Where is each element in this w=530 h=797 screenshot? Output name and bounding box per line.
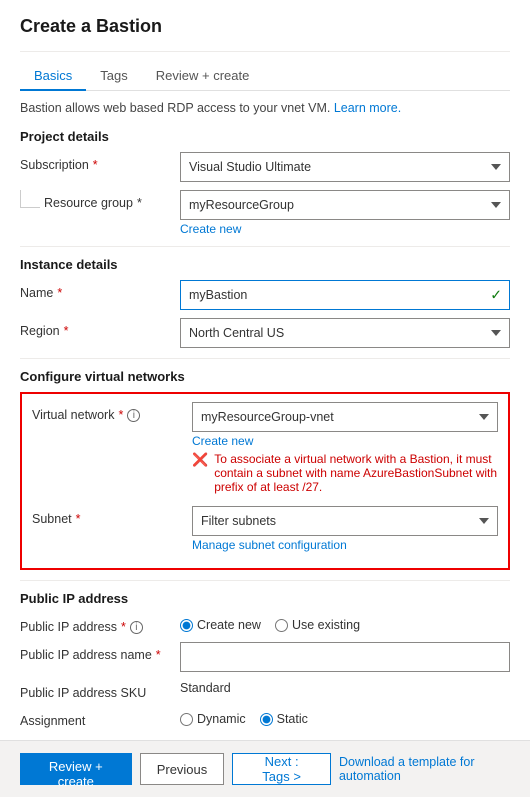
automation-link[interactable]: Download a template for automation <box>339 755 510 783</box>
subnet-control: Filter subnets Manage subnet configurati… <box>192 506 498 552</box>
ip-radio-group: Create new Use existing <box>180 614 510 632</box>
vnet-row: Virtual network * i myResourceGroup-vnet… <box>32 402 498 498</box>
assignment-dynamic-radio[interactable]: Dynamic <box>180 712 246 726</box>
name-control: ✓ <box>180 280 510 310</box>
ip-name-label: Public IP address name * <box>20 642 180 662</box>
vnet-select[interactable]: myResourceGroup-vnet <box>192 402 498 432</box>
vnet-section-title: Configure virtual networks <box>20 369 510 384</box>
manage-subnet-link[interactable]: Manage subnet configuration <box>192 538 347 552</box>
tab-review-create[interactable]: Review + create <box>142 62 264 91</box>
ip-sku-control: Standard <box>180 680 510 695</box>
public-ip-title: Public IP address <box>20 591 510 606</box>
resource-group-select[interactable]: myResourceGroup <box>180 190 510 220</box>
rg-indent <box>20 190 40 208</box>
region-label: Region * <box>20 318 180 338</box>
name-label: Name * <box>20 280 180 300</box>
name-required: * <box>57 286 62 300</box>
ip-info-icon[interactable]: i <box>130 621 143 634</box>
page-title: Create a Bastion <box>20 16 510 37</box>
instance-details-title: Instance details <box>20 257 510 272</box>
public-ip-row: Public IP address * i Create new Use exi… <box>20 614 510 634</box>
section-divider-1 <box>20 246 510 247</box>
region-select[interactable]: North Central US <box>180 318 510 348</box>
ip-create-new-radio[interactable]: Create new <box>180 618 261 632</box>
public-ip-control: Create new Use existing <box>180 614 510 632</box>
subnet-required: * <box>76 512 81 526</box>
previous-button[interactable]: Previous <box>140 753 225 785</box>
public-ip-label: Public IP address * i <box>20 614 180 634</box>
project-details-title: Project details <box>20 129 510 144</box>
subscription-control: Visual Studio Ultimate <box>180 152 510 182</box>
region-row: Region * North Central US <box>20 318 510 348</box>
assignment-row: Assignment Dynamic Static <box>20 708 510 728</box>
ip-name-row: Public IP address name * myResourceGroup… <box>20 642 510 672</box>
tab-tags[interactable]: Tags <box>86 62 141 91</box>
subscription-label: Subscription * <box>20 152 180 172</box>
vnet-info-icon[interactable]: i <box>127 409 140 422</box>
tabs-bar: Basics Tags Review + create <box>20 62 510 91</box>
rg-required: * <box>137 196 142 210</box>
vnet-create-new-link[interactable]: Create new <box>192 434 253 448</box>
vnet-red-border: Virtual network * i myResourceGroup-vnet… <box>20 392 510 570</box>
error-icon: ❌ <box>192 452 208 468</box>
name-check-icon: ✓ <box>490 287 502 304</box>
ip-name-required: * <box>156 648 161 662</box>
subscription-row: Subscription * Visual Studio Ultimate <box>20 152 510 182</box>
next-button[interactable]: Next : Tags > <box>232 753 331 785</box>
subscription-required: * <box>93 158 98 172</box>
ip-required: * <box>121 620 126 634</box>
name-input[interactable] <box>180 280 510 310</box>
page-container: Create a Bastion Basics Tags Review + cr… <box>0 0 530 728</box>
vnet-label: Virtual network * i <box>32 402 192 422</box>
learn-more-link[interactable]: Learn more. <box>334 101 401 115</box>
ip-use-existing-radio[interactable]: Use existing <box>275 618 360 632</box>
assignment-static-radio[interactable]: Static <box>260 712 308 726</box>
resource-group-row: Resource group * myResourceGroup Create … <box>20 190 510 236</box>
vnet-required: * <box>118 408 123 422</box>
region-control: North Central US <box>180 318 510 348</box>
name-row: Name * ✓ <box>20 280 510 310</box>
page-description: Bastion allows web based RDP access to y… <box>20 101 510 115</box>
title-divider <box>20 51 510 52</box>
resource-group-label: Resource group * <box>44 190 180 210</box>
subnet-row: Subnet * Filter subnets Manage subnet co… <box>32 506 498 552</box>
ip-sku-row: Public IP address SKU Standard <box>20 680 510 700</box>
tab-basics[interactable]: Basics <box>20 62 86 91</box>
assignment-radio-group: Dynamic Static <box>180 708 510 726</box>
ip-name-input[interactable]: myResourceGroup-vnet-ip <box>180 642 510 672</box>
resource-group-control: myResourceGroup Create new <box>180 190 510 236</box>
subscription-select[interactable]: Visual Studio Ultimate <box>180 152 510 182</box>
subnet-label: Subnet * <box>32 506 192 526</box>
assignment-label: Assignment <box>20 708 180 728</box>
ip-sku-value: Standard <box>180 675 231 695</box>
bottom-bar: Review + create Previous Next : Tags > D… <box>0 740 530 797</box>
rg-create-new-link[interactable]: Create new <box>180 222 241 236</box>
section-divider-3 <box>20 580 510 581</box>
review-create-button[interactable]: Review + create <box>20 753 132 785</box>
assignment-control: Dynamic Static <box>180 708 510 726</box>
ip-sku-label: Public IP address SKU <box>20 680 180 700</box>
section-divider-2 <box>20 358 510 359</box>
vnet-control: myResourceGroup-vnet Create new ❌ To ass… <box>192 402 498 498</box>
ip-name-control: myResourceGroup-vnet-ip <box>180 642 510 672</box>
name-input-wrap: ✓ <box>180 280 510 310</box>
vnet-error-msg: ❌ To associate a virtual network with a … <box>192 452 498 494</box>
region-required: * <box>64 324 69 338</box>
subnet-select[interactable]: Filter subnets <box>192 506 498 536</box>
